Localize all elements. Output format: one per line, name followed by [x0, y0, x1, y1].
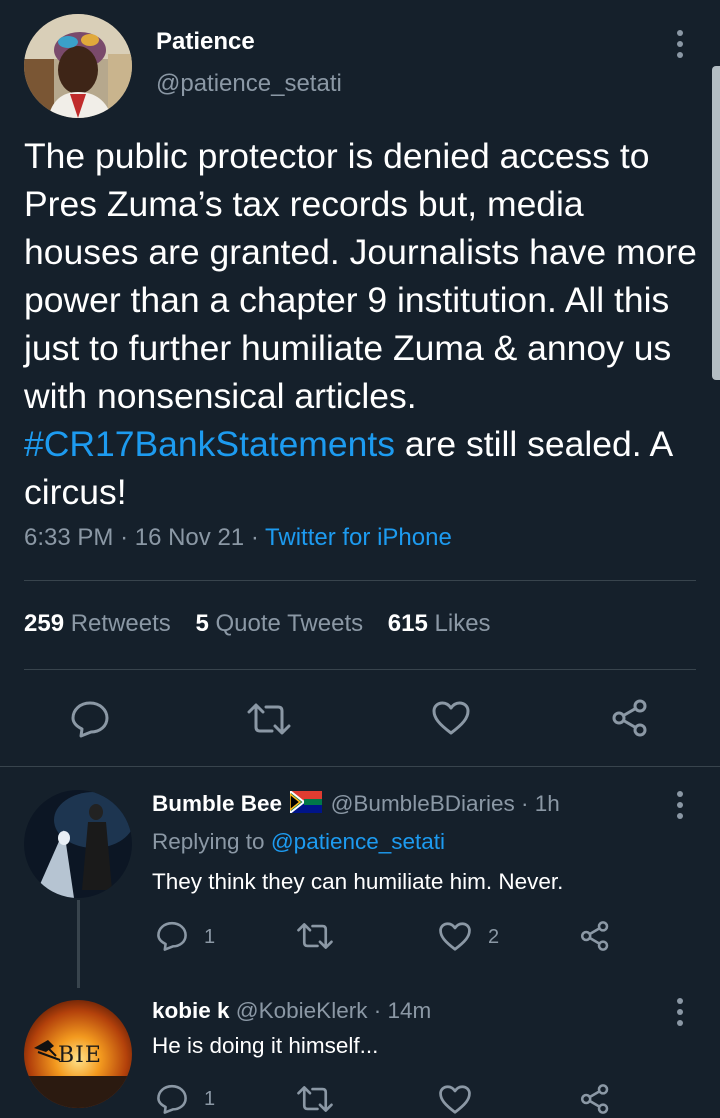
- meta-separator: ·: [521, 791, 529, 816]
- reply-header: kobie k @KobieKlerk · 14m: [152, 998, 431, 1024]
- more-options-icon[interactable]: [676, 791, 684, 819]
- reply-time[interactable]: 1h: [535, 791, 560, 816]
- thread-line: [77, 900, 80, 988]
- more-options-icon[interactable]: [676, 30, 684, 58]
- reply-icon[interactable]: [156, 920, 188, 952]
- likes-count: 615: [387, 610, 428, 637]
- tweet-text: The public protector is denied access to…: [24, 132, 704, 516]
- meta-separator: ·: [250, 524, 259, 551]
- reply-avatar[interactable]: [24, 790, 132, 898]
- like-icon[interactable]: [438, 1084, 472, 1115]
- share-icon[interactable]: [610, 698, 650, 738]
- divider: [24, 669, 696, 670]
- like-icon[interactable]: [438, 921, 472, 952]
- reply-time[interactable]: 14m: [387, 998, 431, 1023]
- like-icon[interactable]: [431, 700, 471, 736]
- retweets-count: 259: [24, 610, 65, 637]
- reply-text: He is doing it himself...: [152, 1033, 379, 1058]
- divider: [0, 766, 720, 767]
- tweet-date[interactable]: 16 Nov 21: [135, 524, 244, 551]
- scrollbar-thumb[interactable]: [712, 66, 720, 380]
- retweet-icon[interactable]: [296, 922, 334, 950]
- south-africa-flag-icon: [289, 789, 323, 819]
- tweet-source[interactable]: Twitter for iPhone: [265, 524, 452, 551]
- hashtag-link[interactable]: #CR17BankStatements: [24, 424, 395, 464]
- reply-count: 1: [204, 1088, 216, 1110]
- share-icon[interactable]: [579, 1083, 611, 1115]
- quotes-label: Quote Tweets: [215, 610, 364, 637]
- divider: [24, 580, 696, 581]
- likes-label: Likes: [434, 610, 491, 637]
- reply-header: Bumble Bee @BumbleBDiaries · 1h: [152, 789, 560, 819]
- meta-separator: ·: [373, 998, 382, 1023]
- like-count: 2: [488, 926, 500, 948]
- meta-separator: ·: [120, 524, 129, 551]
- retweets-label: Retweets: [70, 610, 171, 637]
- tweet-body-text: The public protector is denied access to…: [24, 136, 697, 416]
- more-options-icon[interactable]: [676, 998, 684, 1026]
- reply-icon[interactable]: [156, 1083, 188, 1115]
- reply-count: 1: [204, 926, 216, 948]
- reply-icon[interactable]: [70, 700, 110, 738]
- author-handle[interactable]: @patience_setati: [156, 70, 342, 98]
- tweet-meta: 6:33 PM · 16 Nov 21 · Twitter for iPhone: [24, 524, 452, 552]
- avatar-text: BIE: [58, 1043, 102, 1068]
- retweets-stat[interactable]: 259 Retweets: [24, 610, 177, 637]
- share-icon[interactable]: [579, 920, 611, 952]
- replying-to-handle[interactable]: @patience_setati: [271, 829, 445, 854]
- reply-author-name[interactable]: Bumble Bee: [152, 791, 282, 816]
- retweet-icon[interactable]: [296, 1085, 334, 1113]
- retweet-icon[interactable]: [246, 703, 292, 735]
- quotes-count: 5: [195, 610, 209, 637]
- author-avatar[interactable]: [24, 14, 132, 118]
- reply-text: They think they can humiliate him. Never…: [152, 869, 564, 894]
- tweet-stats: 259 Retweets 5 Quote Tweets 615 Likes: [24, 610, 491, 638]
- reply-author-handle[interactable]: @BumbleBDiaries: [331, 791, 515, 816]
- reply-author-handle[interactable]: @KobieKlerk: [236, 998, 368, 1023]
- author-name[interactable]: Patience: [156, 28, 255, 56]
- replying-to: Replying to @patience_setati: [152, 829, 445, 855]
- tweet-time[interactable]: 6:33 PM: [24, 524, 113, 551]
- likes-stat[interactable]: 615 Likes: [388, 610, 491, 637]
- quotes-stat[interactable]: 5 Quote Tweets: [195, 610, 369, 637]
- reply-author-name[interactable]: kobie k: [152, 998, 230, 1023]
- replying-to-label: Replying to: [152, 829, 265, 854]
